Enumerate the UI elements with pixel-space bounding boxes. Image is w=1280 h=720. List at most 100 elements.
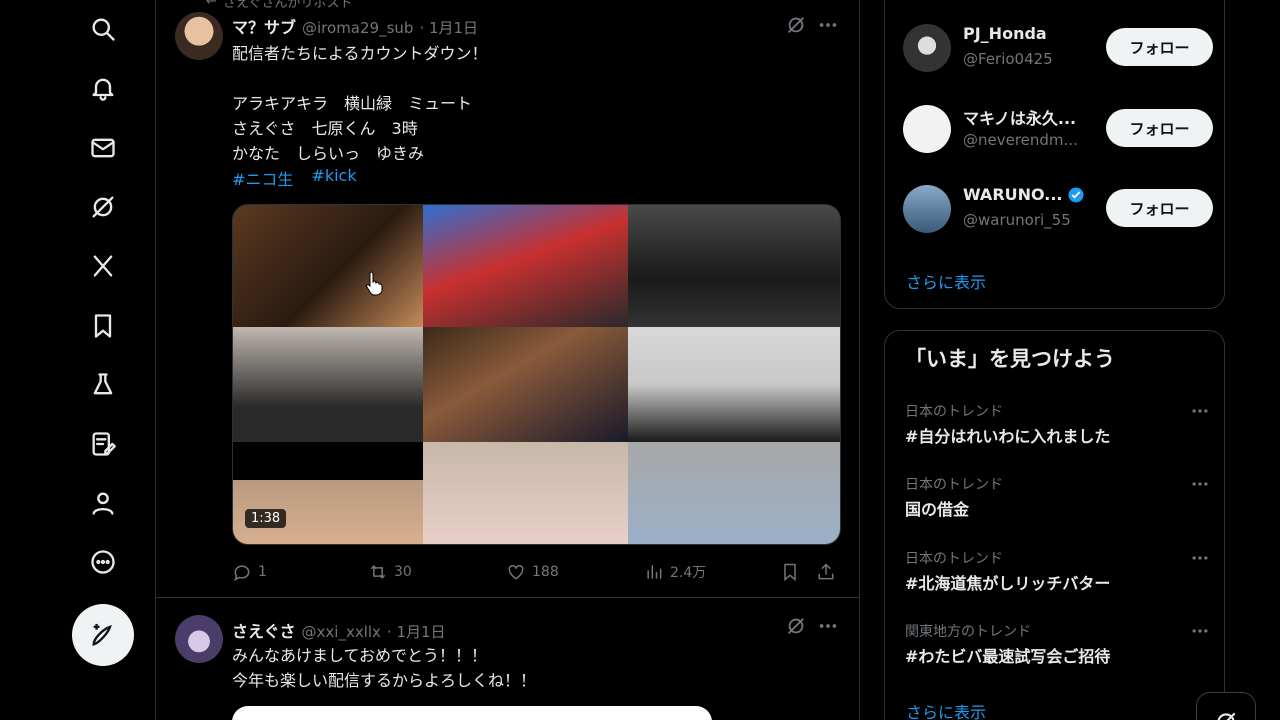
trend-item[interactable]: 日本のトレンド #北海道焦がしリッチバター	[905, 548, 1210, 594]
trend-item[interactable]: 日本のトレンド #自分はれいわに入れました	[905, 401, 1210, 447]
left-nav	[0, 0, 155, 720]
like-button[interactable]: 188	[506, 562, 559, 582]
tweet-date[interactable]: · 1月1日	[419, 17, 478, 38]
more-icon[interactable]	[76, 535, 130, 589]
avatar[interactable]	[175, 12, 223, 60]
video-frame	[423, 205, 628, 327]
reply-icon	[233, 565, 250, 582]
more-options-icon[interactable]	[1190, 621, 1210, 641]
trend-name: #北海道焦がしリッチバター	[905, 574, 1111, 593]
follow-suggestion[interactable]: WARUNO... @warunori_55 フォロー	[903, 181, 1213, 237]
user-handle: @warunori_55	[963, 211, 1071, 229]
grok-explain-icon[interactable]	[785, 615, 807, 637]
user-name: マキノは永久...	[963, 109, 1077, 128]
compose-button[interactable]	[72, 604, 134, 666]
messages-icon[interactable]	[76, 121, 130, 175]
reply-button[interactable]: 1	[232, 562, 267, 582]
follow-button[interactable]: フォロー	[1106, 109, 1213, 147]
avatar[interactable]	[903, 24, 951, 72]
more-options-icon[interactable]	[817, 615, 839, 637]
follow-suggestion[interactable]: マキノは永久... @neverendm... フォロー	[903, 101, 1213, 157]
share-icon	[818, 563, 834, 580]
trend-category: 関東地方のトレンド	[905, 624, 1031, 640]
trend-name: 国の借金	[905, 500, 970, 519]
show-more-link[interactable]: さらに表示	[906, 269, 986, 293]
tweet-header: さえぐさ @xxi_xxllx · 1月1日	[232, 618, 446, 642]
repost-button[interactable]: 30	[368, 562, 412, 582]
labs-icon[interactable]	[76, 358, 130, 412]
hashtags: #ニコ生 #kick	[232, 166, 357, 190]
grok-icon[interactable]	[76, 180, 130, 234]
media-preview[interactable]	[232, 706, 712, 720]
follow-button[interactable]: フォロー	[1106, 189, 1213, 227]
profile-icon[interactable]	[76, 476, 130, 530]
author-handle[interactable]: @xxi_xxllx	[302, 623, 381, 641]
timeline: ⇄ さえぐさんがリポスト マ？サブ @iroma29_sub · 1月1日 配信…	[155, 0, 860, 720]
more-options-icon[interactable]	[1190, 401, 1210, 421]
bookmark-icon	[784, 563, 796, 582]
tweet-header: マ？サブ @iroma29_sub · 1月1日	[232, 14, 478, 38]
video-frame	[423, 442, 628, 544]
notifications-icon[interactable]	[76, 61, 130, 115]
video-frame	[233, 205, 423, 327]
tweet-text: 配信者たちによるカウントダウン！ アラキアキラ 横山緑 ミュート さえぐさ 七原…	[232, 44, 488, 163]
video-duration: 1:38	[245, 509, 287, 528]
author-handle[interactable]: @iroma29_sub	[302, 19, 413, 37]
trend-category: 日本のトレンド	[905, 404, 1003, 420]
hand-cursor-icon	[366, 271, 383, 296]
x-icon[interactable]	[76, 239, 130, 293]
trend-category: 日本のトレンド	[905, 551, 1003, 567]
trend-item[interactable]: 日本のトレンド 国の借金	[905, 474, 1210, 520]
bookmarks-icon[interactable]	[76, 299, 130, 353]
share-button[interactable]	[816, 562, 836, 582]
search-icon[interactable]	[76, 2, 130, 56]
trend-category: 日本のトレンド	[905, 477, 1003, 493]
tweet-text: みんなあけましておめでとう！！！ 今年も楽しい配信するからよろしくね！！	[232, 646, 537, 690]
repost-icon	[370, 565, 386, 579]
follow-suggestion[interactable]: PJ_Honda @Ferio0425 フォロー	[903, 20, 1213, 76]
author-name[interactable]: マ？サブ	[232, 14, 296, 38]
articles-icon[interactable]	[76, 417, 130, 471]
tweet-date[interactable]: · 1月1日	[387, 621, 446, 642]
video-frame	[628, 205, 840, 327]
views-button[interactable]: 2.4万	[644, 562, 706, 582]
compose-icon	[92, 623, 112, 646]
hashtag-link[interactable]: #ニコ生	[232, 166, 293, 190]
bookmark-button[interactable]	[780, 562, 800, 582]
video-frame	[628, 327, 840, 442]
follow-button[interactable]: フォロー	[1106, 28, 1213, 66]
verified-badge-icon	[1068, 187, 1083, 202]
video-frame	[628, 442, 840, 544]
more-options-icon[interactable]	[1190, 548, 1210, 568]
tweet-actions: 1 30 188 2.4万	[232, 562, 844, 584]
video-frame	[233, 327, 423, 442]
who-to-follow: PJ_Honda @Ferio0425 フォロー マキノは永久... @neve…	[884, 0, 1225, 309]
avatar[interactable]	[903, 105, 951, 153]
avatar[interactable]	[175, 615, 223, 663]
user-handle: @neverendm...	[963, 131, 1078, 149]
user-handle: @Ferio0425	[963, 50, 1053, 68]
more-options-icon[interactable]	[1190, 474, 1210, 494]
trends-panel: 「いま」を見つけよう 日本のトレンド #自分はれいわに入れました 日本のトレンド…	[884, 330, 1225, 720]
author-name[interactable]: さえぐさ	[232, 618, 296, 642]
user-name: WARUNO...	[963, 185, 1085, 204]
video-player[interactable]: 1:38	[232, 204, 841, 545]
grok-icon	[1217, 712, 1236, 720]
video-frame	[233, 442, 423, 480]
grok-explain-icon[interactable]	[785, 14, 807, 36]
tweet[interactable]: マ？サブ @iroma29_sub · 1月1日 配信者たちによるカウントダウン…	[156, 0, 859, 598]
views-icon	[647, 565, 662, 579]
trends-title: 「いま」を見つけよう	[905, 347, 1115, 371]
trend-name: #わたビバ最速試写会ご招待	[905, 647, 1111, 666]
more-options-icon[interactable]	[817, 14, 839, 36]
show-more-link[interactable]: さらに表示	[906, 699, 986, 720]
user-name: PJ_Honda	[963, 24, 1047, 43]
app-root: ⇄ さえぐさんがリポスト マ？サブ @iroma29_sub · 1月1日 配信…	[0, 0, 1280, 720]
grok-floating-button[interactable]	[1196, 692, 1256, 720]
video-frame	[423, 327, 628, 442]
trend-item[interactable]: 関東地方のトレンド #わたビバ最速試写会ご招待	[905, 621, 1210, 667]
avatar[interactable]	[903, 185, 951, 233]
heart-icon	[508, 564, 524, 580]
hashtag-link[interactable]: #kick	[311, 166, 356, 190]
trend-name: #自分はれいわに入れました	[905, 427, 1111, 446]
